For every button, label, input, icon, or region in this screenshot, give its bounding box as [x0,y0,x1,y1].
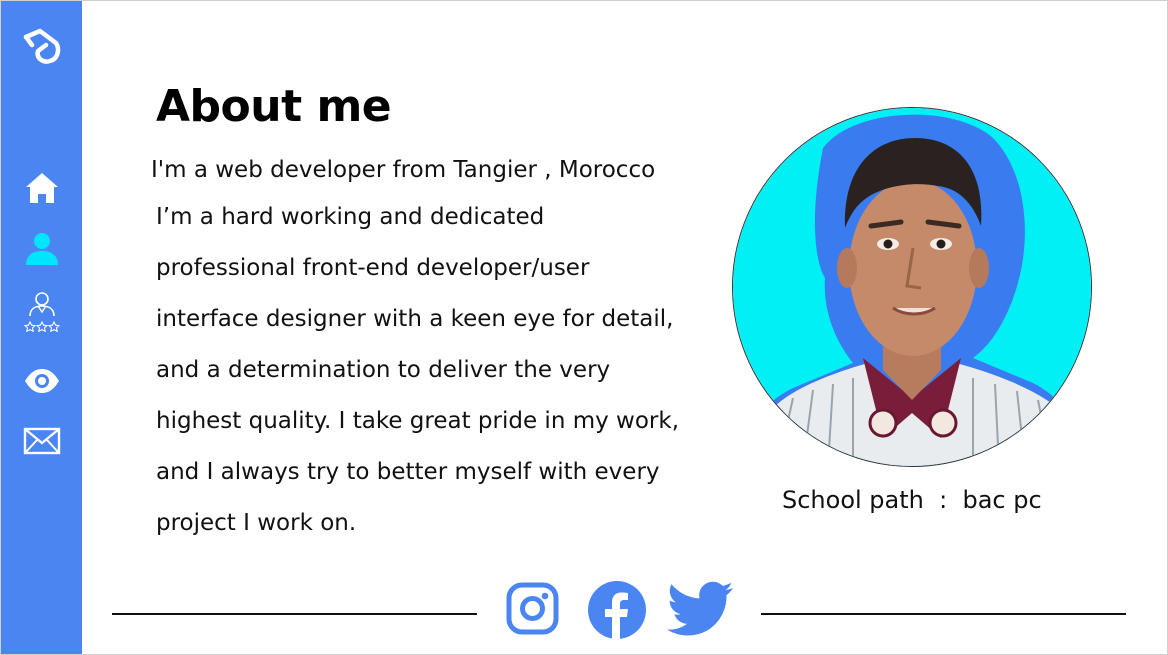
bio-paragraph: I’m a hard working and dedicated profess… [156,200,716,557]
about-page: About me I'm a web developer from Tangie… [0,0,1168,655]
profile-photo [732,107,1092,467]
bio-line: and a determination to deliver the very [156,357,611,383]
skills-icon[interactable] [1,289,82,333]
footer-divider-left [112,613,477,615]
page-title: About me [156,81,392,132]
bio-line: interface designer with a keen eye for d… [156,306,674,332]
footer-divider-right [761,613,1126,615]
user-icon[interactable] [1,227,82,269]
logo-icon[interactable] [1,23,82,67]
bio-line: highest quality. I take great pride in m… [156,408,680,434]
eye-icon[interactable] [1,363,82,399]
facebook-icon[interactable] [587,580,647,645]
home-icon[interactable] [1,167,82,209]
bio-line: professional front-end developer/user [156,255,590,281]
school-path-text: School path : bac pc [782,486,1042,514]
bio-line: project I work on. [156,510,357,536]
mail-icon[interactable] [1,423,82,459]
bio-line: and I always try to better myself with e… [156,459,660,485]
twitter-icon[interactable] [667,581,735,644]
bio-line: I’m a hard working and dedicated [156,204,545,230]
instagram-icon[interactable] [506,582,559,640]
sidebar [1,1,82,654]
intro-text: I'm a web developer from Tangier , Moroc… [151,157,656,183]
